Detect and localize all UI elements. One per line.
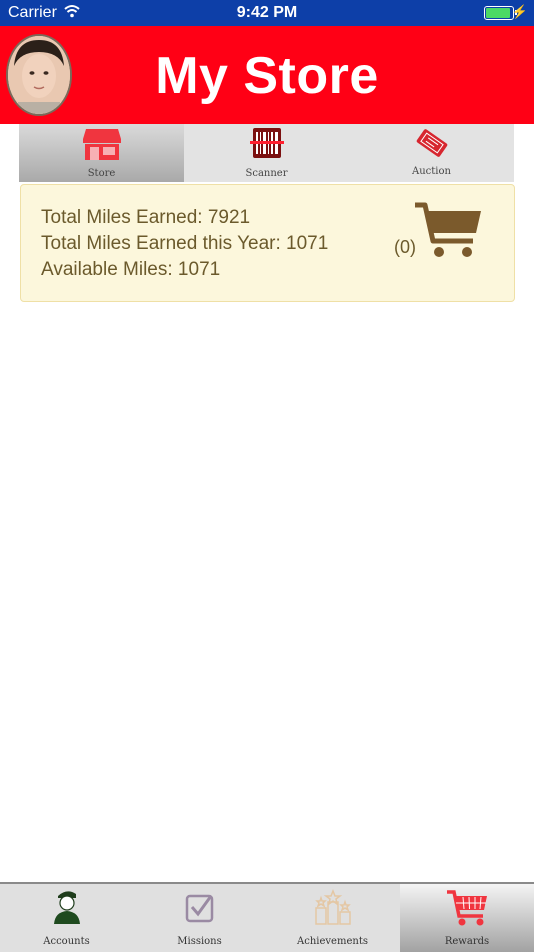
store-icon (19, 126, 184, 162)
barcode-scanner-icon (184, 126, 349, 162)
segment-scanner-label: Scanner (245, 168, 288, 179)
page-title: My Store (155, 47, 379, 105)
tab-rewards[interactable]: Rewards (400, 884, 534, 952)
segment-store-label: Store (87, 168, 116, 179)
total-miles-earned: Total Miles Earned: 7921 (41, 207, 251, 228)
segment-auction-label: Auction (412, 166, 451, 177)
charging-bolt-icon: ⚡ (511, 4, 528, 19)
tab-missions[interactable]: Missions (133, 884, 266, 952)
shopping-cart-icon[interactable] (413, 201, 483, 266)
checkbox-icon (133, 888, 266, 928)
segment-scanner[interactable]: Scanner (184, 124, 349, 182)
store-segment-control: Store Scanner Auction (19, 124, 514, 184)
soldier-icon (0, 888, 133, 928)
segment-store[interactable]: Store (19, 124, 184, 182)
tab-achievements-label: Achievements (297, 936, 368, 947)
miles-summary-card: Total Miles Earned: 7921 Total Miles Ear… (20, 184, 515, 302)
battery-icon (484, 6, 517, 20)
available-miles: Available Miles: 1071 (41, 259, 221, 280)
shopping-cart-icon (400, 888, 534, 928)
status-bar: Carrier 9:42 PM ⚡ (0, 0, 534, 26)
app-header: My Store (0, 26, 534, 124)
segment-auction[interactable]: Auction (349, 124, 514, 184)
clock: 9:42 PM (236, 4, 298, 21)
miles-earned-this-year: Total Miles Earned this Year: 1071 (41, 233, 329, 254)
tab-missions-label: Missions (177, 936, 222, 947)
tab-rewards-label: Rewards (444, 936, 490, 947)
ticket-icon (349, 126, 514, 162)
tab-accounts[interactable]: Accounts (0, 884, 133, 952)
podium-stars-icon (266, 888, 399, 928)
bottom-tab-bar: Accounts Missions Achievements Rewards (0, 882, 534, 952)
tab-accounts-label: Accounts (43, 936, 90, 947)
tab-achievements[interactable]: Achievements (266, 884, 399, 952)
